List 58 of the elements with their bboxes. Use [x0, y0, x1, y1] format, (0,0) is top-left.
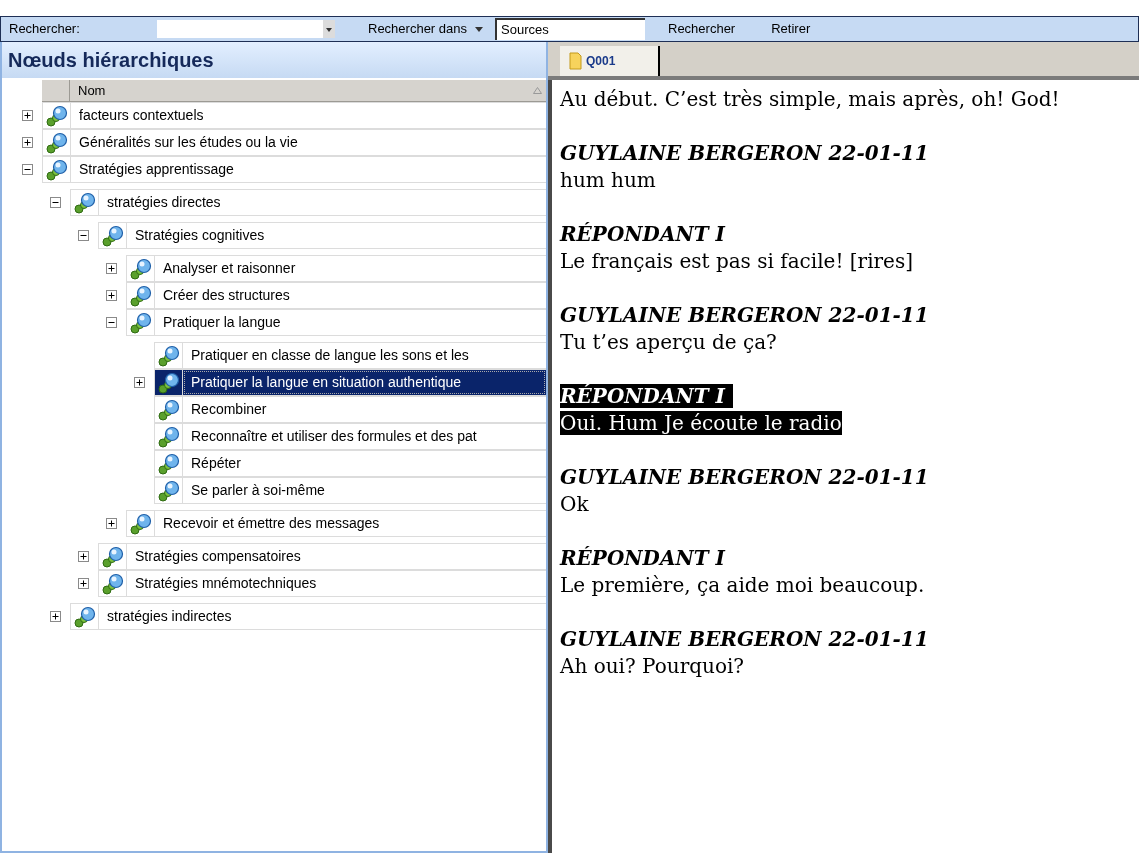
node-icon: [157, 398, 180, 421]
expand-icon[interactable]: [22, 110, 33, 121]
node-icon: [45, 158, 68, 181]
panel-title: Nœuds hiérarchiques: [2, 42, 546, 78]
column-title: Nom: [78, 81, 106, 100]
document-icon: [568, 52, 582, 70]
node-icon: [157, 452, 180, 475]
sort-icon: [533, 87, 542, 94]
node-icon: [73, 191, 96, 214]
toolbar-button[interactable]: Retirer: [771, 19, 811, 39]
transcript-line: Ok: [560, 492, 589, 516]
speaker-name: GUYLAINE BERGERON 22-01-11: [560, 303, 930, 327]
node-icon: [157, 371, 180, 394]
caret-icon: [475, 26, 483, 32]
expand-icon[interactable]: [78, 551, 89, 562]
search-in-dropdown[interactable]: Rechercher dans: [368, 19, 483, 39]
scope-field[interactable]: Sources: [495, 18, 645, 40]
transcript-line: Au début. C’est très simple, mais après, oh! God!: [560, 87, 1060, 111]
node-icon: [129, 311, 152, 334]
search-label: Rechercher:: [8, 20, 81, 39]
node-icon: [157, 479, 180, 502]
speaker-name: RÉPONDANT I: [560, 222, 727, 246]
node-icon: [73, 605, 96, 628]
node-icon: [45, 131, 68, 154]
expand-icon[interactable]: [106, 263, 117, 274]
speaker-name: RÉPONDANT I: [560, 546, 727, 570]
transcript-line: Le français est pas si facile! [rires]: [560, 249, 914, 273]
collapse-icon[interactable]: [50, 197, 61, 208]
tree-item[interactable]: Pratiquer la langue en situation authentique: [183, 370, 546, 395]
transcript-line: hum hum: [560, 168, 656, 192]
speaker-name: GUYLAINE BERGERON 22-01-11: [560, 627, 930, 651]
dropdown-icon: [323, 20, 335, 38]
expand-icon[interactable]: [22, 137, 33, 148]
speaker-name: RÉPONDANT I: [560, 384, 733, 408]
toolbar-button[interactable]: Rechercher: [668, 19, 736, 39]
node-icon: [157, 425, 180, 448]
expand-icon[interactable]: [50, 611, 61, 622]
node-icon: [129, 257, 152, 280]
expand-icon[interactable]: [106, 290, 117, 301]
expand-icon[interactable]: [78, 578, 89, 589]
transcript-line: Tu t’es aperçu de ça?: [560, 330, 777, 354]
expand-icon[interactable]: [106, 518, 117, 529]
node-icon: [45, 104, 68, 127]
node-icon: [129, 284, 152, 307]
speaker-name: GUYLAINE BERGERON 22-01-11: [560, 465, 930, 489]
speaker-name: GUYLAINE BERGERON 22-01-11: [560, 141, 930, 165]
expand-icon[interactable]: [134, 377, 145, 388]
transcript-line: Ah oui? Pourquoi?: [560, 654, 745, 678]
transcript-line: Le première, ça aide moi beaucoup.: [560, 573, 925, 597]
collapse-icon[interactable]: [106, 317, 117, 328]
node-icon: [101, 224, 124, 247]
node-icon: [101, 572, 124, 595]
collapse-icon[interactable]: [78, 230, 89, 241]
collapse-icon[interactable]: [22, 164, 33, 175]
node-icon: [101, 545, 124, 568]
node-icon: [129, 512, 152, 535]
node-icon: [157, 344, 180, 367]
document-tab[interactable]: Q001: [560, 46, 660, 76]
